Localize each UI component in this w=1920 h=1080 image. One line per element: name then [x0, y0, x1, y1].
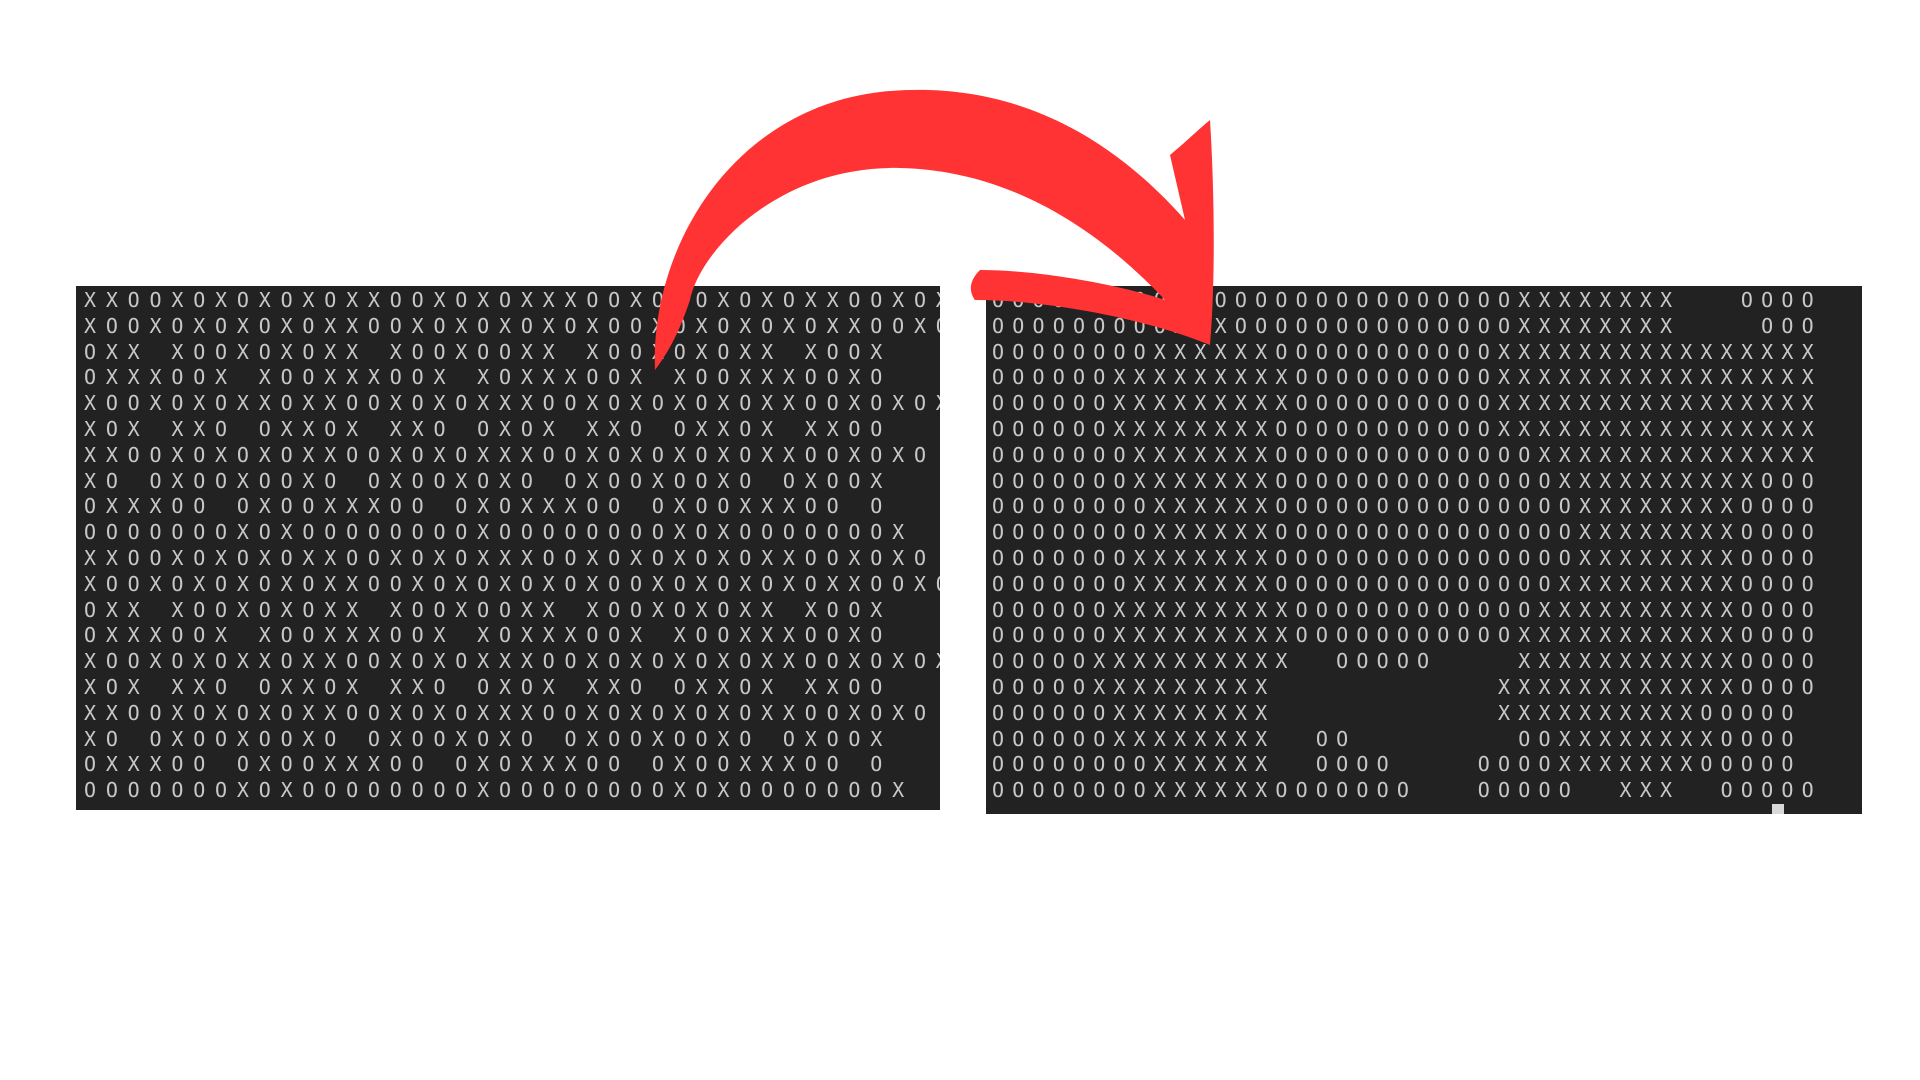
grid-row: XOOXOXOXXOXXOOXOXOXXXOOXOXOXOXOXXOOXOXOX — [84, 649, 940, 674]
grid-row: OOOOOOOXXXXXXXOOOOOOOOOOOOOOXXXXXXXXXXOO… — [992, 468, 1822, 493]
grid-row: OOOOOOOXOXOOOOOOOOXOOOOOOOOXOXOOOOOOOX — [84, 778, 914, 803]
left-grid-text: XXOOXOXOXOXOXXOOXOXOXXXOOXOXOXOXOXXOOXOX… — [84, 288, 940, 804]
grid-row: XOOXOXOXXOXXOOXOXOXXXOOXOXOXOXOXXOOXOXOX — [84, 391, 940, 416]
grid-row: OOOOOOOOXXXXXXOOOOOOOOOOOOOOOXXXXXXXXOOO… — [992, 494, 1822, 519]
grid-row: OOOOOOXXXXXXXX OO OOXXXXXXXXOOOO — [992, 726, 1802, 751]
grid-row: OOOOOOXXXXXXXXXOOOOOOOOOOOOXXXXXXXXXXOOO… — [992, 597, 1822, 622]
grid-row: OOOOOOOOXXXXXX OOOO OOOOXXXXXXXOOOOO — [992, 752, 1802, 777]
grid-row: OOOOOOXXXXXXXXXOOOOOOOOOOXXXXXXXXXXXXXXX… — [992, 391, 1822, 416]
grid-row: XXOOXOXOXOXXOOXOXOXXXOOXOXOXOXOXXOOXOXO — [84, 442, 936, 467]
grid-row: XO OXOOXOOXO OXOOXOXO OXOOXOOXO OXOOX — [84, 468, 893, 493]
grid-row: OOOOOOOOXXXXXXOOOOOOOOOOOOOOOXXXXXXXXOOO… — [992, 520, 1822, 545]
grid-row: OOOOOOOXXXXXXXOOOOOOOOOOOOOXXXXXXXXXXXXX… — [992, 442, 1822, 467]
grid-row: OXX XOOXOXOXX XOOXOOXX XOOXOXOXX XOOX — [84, 339, 893, 364]
grid-row: OOOOOOXXXXXXXX XXXXXXXXXXOOOOO — [992, 700, 1802, 725]
grid-row: OOOOOOOOXXXXXXOOOOOOO OOOOO XXX OOOOO — [992, 778, 1822, 803]
grid-row: OOOOOOOXXXXXXXOOOOOOOOOOOOOOOXXXXXXXXOOO… — [992, 545, 1822, 570]
grid-row: XOOXOXOXOXOXXOOXOXOXOXOXOOXOXOXOXOXXOOXO… — [84, 313, 940, 338]
grid-row: XXOOXOXOXOXXOOXOXOXXXOOXOXOXOXOXXOOXOXO — [84, 700, 936, 725]
grid-row: XOX XXO OXXOX XXO OXOX XXO OXXOX XXOO — [84, 416, 893, 441]
left-grid-panel: XXOOXOXOXOXOXXOOXOXOXXXOOXOXOXOXOXXOOXOX… — [76, 286, 940, 810]
grid-row: XXOOXOXOXOXOXXOOXOXOXXXOOXOXOXOXOXXOOXOX… — [84, 288, 940, 312]
terminal-cursor — [1772, 804, 1784, 814]
grid-row: OOOOOOOXOXOOOOOOOOXOOOOOOOOXOXOOOOOOOX — [84, 520, 914, 545]
grid-row: XXOOXOXOXOXXOOXOXOXXXOOXOXOXOXOXXOOXOXO — [84, 545, 936, 570]
grid-row: OXXXOOX XOOXXXOOX XOXXXOOX XOOXXXOOXO — [84, 365, 893, 390]
grid-row: OOOOOOOXXXXXXXOOOOOOOOOOOOOOXXXXXXXXXOOO… — [992, 571, 1822, 596]
grid-row: OXXXOO OXOOXXXOO OXOXXXOO OXOOXXXOO O — [84, 752, 893, 777]
grid-row: XOX XXO OXXOX XXO OXOX XXO OXXOX XXOO — [84, 674, 893, 699]
grid-row: OOOOOOXXXXXXXXXOOOOOOOOOOXXXXXXXXXXXXXXX… — [992, 365, 1822, 390]
right-grid-panel: OOOOOOOOOXXOOOOOOOOOOOOOOOXXXXXXXX OOOO O… — [986, 286, 1862, 814]
grid-row: OXXXOOX XOOXXXOOX XOXXXOOX XOOXXXOOXO — [84, 623, 893, 648]
grid-row: OOOOOXXXXXXXXX XXXXXXXXXXXXOOOO — [992, 674, 1822, 699]
grid-row: XOOXOXOXOXOXXOOXOXOXOXOXOOXOXOXOXOXXOOXO… — [84, 571, 940, 596]
grid-row: OXX XOOXOXOXX XOOXOOXX XOOXOXOXX XOOX — [84, 597, 893, 622]
grid-row: OOOOOXXXXXXXXXX OOOOO XXXXXXXXXXXOOOO — [992, 649, 1822, 674]
grid-row: XO OXOOXOOXO OXOOXOXO OXOOXOOXO OXOOX — [84, 726, 893, 751]
grid-row: OOOOOOOOXXXXXXOOOOOOOOOOOXXXXXXXXXXXXXXX… — [992, 339, 1822, 364]
grid-row: OOOOOOOOOXXXOOOOOOOOOOOOOOXXXXXXXX OOO — [992, 313, 1822, 338]
right-grid-text: OOOOOOOOOXXOOOOOOOOOOOOOOOXXXXXXXX OOOO O… — [992, 288, 1822, 804]
grid-row: OOOOOOXXXXXXXXXOOOOOOOOOOOXXXXXXXXXXXOOO… — [992, 623, 1822, 648]
grid-row: OXXXOO OXOOXXXOO OXOXXXOO OXOOXXXOO O — [84, 494, 893, 519]
grid-row: OOOOOOXXXXXXXXOOOOOOOOOOOXXXXXXXXXXXXXXX… — [992, 416, 1822, 441]
grid-row: OOOOOOOOOXXOOOOOOOOOOOOOOOXXXXXXXX OOOO — [992, 288, 1822, 312]
